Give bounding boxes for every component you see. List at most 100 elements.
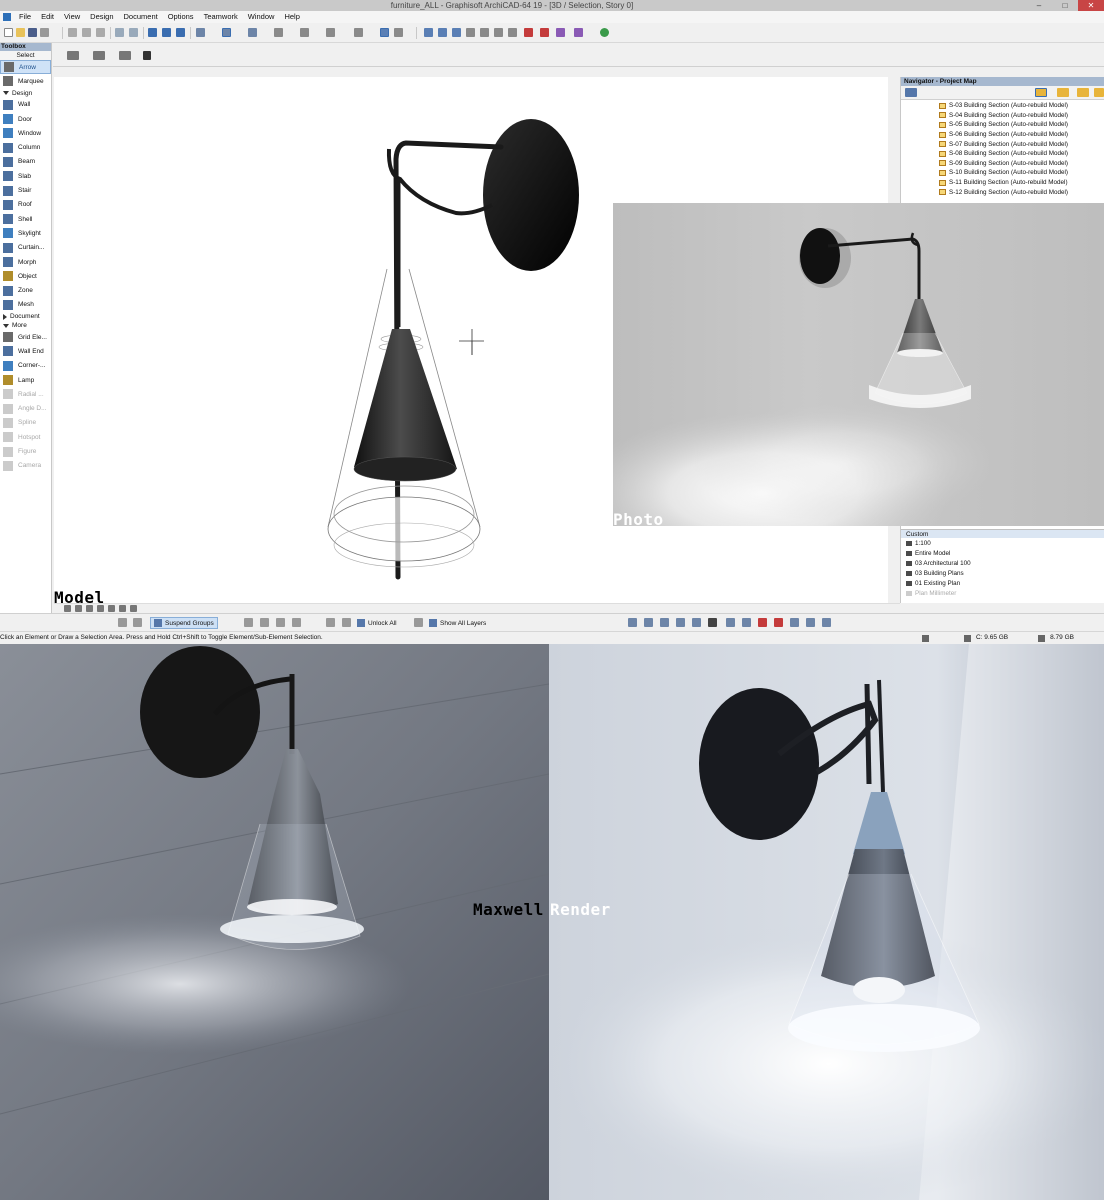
tool-figure[interactable]: Figure (0, 444, 51, 458)
floor-plan-cutplane-icon[interactable] (660, 618, 669, 627)
more-group-header[interactable]: More (0, 321, 51, 330)
menu-design[interactable]: Design (85, 11, 118, 23)
publisher-icon[interactable] (540, 28, 549, 37)
project-map-icon[interactable] (1035, 88, 1047, 97)
tool-arrow[interactable]: Arrow (0, 60, 51, 75)
tool-shell[interactable]: Shell (0, 212, 51, 226)
navigator-item[interactable]: S-11 Building Section (Auto-rebuild Mode… (901, 178, 1104, 188)
move-up-icon[interactable] (244, 618, 253, 627)
menu-help[interactable]: Help (279, 11, 304, 23)
renovation-filter-icon[interactable] (758, 618, 767, 627)
menu-window[interactable]: Window (243, 11, 280, 23)
view-setting-row[interactable]: 1:100 (901, 538, 1104, 548)
layout-book-icon[interactable] (524, 28, 533, 37)
3d-style-icon[interactable] (394, 28, 403, 37)
teamwork-status-icon[interactable] (600, 28, 609, 37)
copy-icon[interactable] (82, 28, 91, 37)
navigator-item[interactable]: S-08 Building Section (Auto-rebuild Mode… (901, 149, 1104, 159)
tool-object[interactable]: Object (0, 269, 51, 283)
inject-icon[interactable] (176, 28, 185, 37)
menu-teamwork[interactable]: Teamwork (199, 11, 243, 23)
tool-slab[interactable]: Slab (0, 169, 51, 183)
find-select-icon[interactable] (148, 28, 157, 37)
selection-method-icon[interactable] (67, 51, 79, 60)
viewport-horizontal-scrollbar[interactable] (54, 603, 900, 613)
tool-angle-d[interactable]: Angle D... (0, 402, 51, 416)
view-setting-row[interactable]: 01 Existing Plan (901, 578, 1104, 588)
navigator-menu-icon[interactable] (905, 88, 917, 97)
lock-icon[interactable] (326, 618, 335, 627)
orbit-icon[interactable] (108, 605, 115, 612)
group-icon[interactable] (118, 618, 127, 627)
navigator-item[interactable]: S-05 Building Section (Auto-rebuild Mode… (901, 120, 1104, 130)
tool-radial[interactable]: Radial ... (0, 387, 51, 401)
special-snap-icon[interactable] (274, 28, 283, 37)
interior-elevation-icon[interactable] (452, 28, 461, 37)
elevation-icon[interactable] (438, 28, 447, 37)
previous-zoom-icon[interactable] (130, 605, 137, 612)
tool-grid-ele[interactable]: Grid Ele... (0, 330, 51, 344)
tool-zone[interactable]: Zone (0, 283, 51, 297)
graphic-override-icon[interactable] (774, 618, 783, 627)
tool-spline[interactable]: Spline (0, 416, 51, 430)
save-icon[interactable] (28, 28, 37, 37)
trace-icon[interactable] (628, 618, 637, 627)
suspend-groups-button[interactable]: Suspend Groups (150, 617, 218, 629)
layer-combo-icon[interactable] (326, 28, 335, 37)
marquee-type-icon[interactable] (93, 51, 105, 60)
tool-hotspot[interactable]: Hotspot (0, 430, 51, 444)
print-icon[interactable] (40, 28, 49, 37)
arrow-cursor-icon[interactable] (143, 51, 151, 60)
3d-document-icon[interactable] (494, 28, 503, 37)
paste-icon[interactable] (96, 28, 105, 37)
3d-projection-icon[interactable] (692, 618, 701, 627)
detail-icon[interactable] (480, 28, 489, 37)
tool-corner[interactable]: Corner-... (0, 359, 51, 373)
unlock-all-button[interactable]: Unlock All (354, 617, 400, 629)
layer-settings-icon[interactable] (414, 618, 423, 627)
mark-up-icon[interactable] (644, 618, 653, 627)
tool-roof[interactable]: Roof (0, 198, 51, 212)
bring-front-icon[interactable] (276, 618, 285, 627)
model-view-options-icon[interactable] (742, 618, 751, 627)
tool-wall[interactable]: Wall (0, 98, 51, 112)
unlock-icon[interactable] (342, 618, 351, 627)
schedule-icon[interactable] (508, 28, 517, 37)
gravity-icon[interactable] (300, 28, 309, 37)
guide-lines-icon[interactable] (196, 28, 205, 37)
tool-camera[interactable]: Camera (0, 459, 51, 473)
send-back-icon[interactable] (292, 618, 301, 627)
view-setting-row[interactable]: Entire Model (901, 548, 1104, 558)
pick-up-icon[interactable] (162, 28, 171, 37)
tool-column[interactable]: Column (0, 140, 51, 154)
tool-door[interactable]: Door (0, 112, 51, 126)
document-group-header[interactable]: Document (0, 312, 51, 321)
rotate-icon[interactable] (119, 51, 131, 60)
view-settings-header[interactable]: Custom (901, 529, 1104, 538)
tool-stair[interactable]: Stair (0, 183, 51, 197)
menu-document[interactable]: Document (119, 11, 163, 23)
tool-curtain[interactable]: Curtain... (0, 241, 51, 255)
tool-morph[interactable]: Morph (0, 255, 51, 269)
pen-set-icon[interactable] (354, 28, 363, 37)
new-file-icon[interactable] (4, 28, 13, 37)
3d-window-icon[interactable] (380, 28, 389, 37)
dimension-standard-icon[interactable] (790, 618, 799, 627)
tool-lamp[interactable]: Lamp (0, 373, 51, 387)
view-setting-row[interactable]: 03 Architectural 100 (901, 558, 1104, 568)
design-group-header[interactable]: Design (0, 89, 51, 98)
view-setting-row[interactable]: 03 Building Plans (901, 568, 1104, 578)
menu-edit[interactable]: Edit (36, 11, 59, 23)
walk-icon[interactable] (119, 605, 126, 612)
menu-options[interactable]: Options (163, 11, 199, 23)
ungroup-icon[interactable] (133, 618, 142, 627)
redo-icon[interactable] (129, 28, 138, 37)
cut-icon[interactable] (68, 28, 77, 37)
tool-window[interactable]: Window (0, 126, 51, 140)
move-down-icon[interactable] (260, 618, 269, 627)
navigator-item[interactable]: S-12 Building Section (Auto-rebuild Mode… (901, 187, 1104, 197)
tool-wall-end[interactable]: Wall End (0, 344, 51, 358)
maximize-button[interactable]: □ (1052, 0, 1078, 11)
menu-file[interactable]: File (14, 11, 36, 23)
navigator-item[interactable]: S-09 Building Section (Auto-rebuild Mode… (901, 159, 1104, 169)
